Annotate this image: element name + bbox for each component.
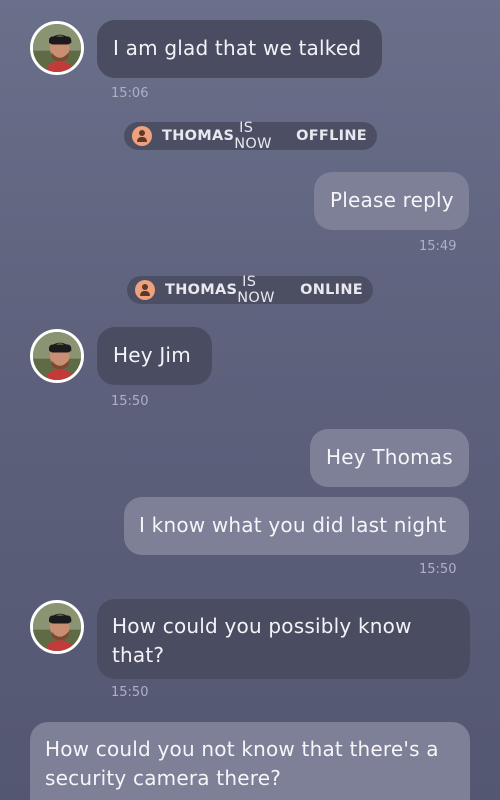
notice-status: ONLINE	[300, 282, 363, 298]
user-icon	[135, 280, 155, 300]
message-timestamp: 15:50	[111, 685, 149, 700]
notice-contact-name: THOMAS	[162, 128, 235, 144]
message-timestamp: 15:49	[419, 239, 457, 254]
message-text: Hey Jim	[113, 343, 191, 367]
message-text: I know what you did last night	[139, 513, 447, 537]
message-timestamp: 15:50	[419, 562, 457, 577]
message-bubble[interactable]: Please reply	[314, 172, 469, 230]
avatar-photo-icon	[33, 24, 81, 72]
user-icon	[132, 126, 152, 146]
message-timestamp: 15:50	[111, 394, 149, 409]
message-bubble[interactable]: How could you possibly know that?	[97, 599, 470, 679]
message-bubble[interactable]: How could you not know that there's a se…	[30, 722, 470, 800]
status-notice: THOMAS IS NOW ONLINE	[127, 274, 373, 306]
avatar-photo-icon	[33, 603, 81, 651]
notice-status: OFFLINE	[296, 128, 367, 144]
avatar[interactable]	[30, 21, 84, 75]
message-bubble[interactable]: I am glad that we talked	[97, 20, 382, 78]
message-text: How could you possibly know that?	[112, 614, 412, 667]
message-text: How could you not know that there's a se…	[45, 737, 439, 790]
avatar-photo-icon	[33, 332, 81, 380]
message-bubble[interactable]: I know what you did last night	[124, 497, 469, 555]
message-bubble[interactable]: Hey Jim	[97, 327, 212, 385]
notice-text: IS NOW	[234, 120, 272, 152]
notice-text: IS NOW	[237, 274, 275, 306]
chat-thread[interactable]: I am glad that we talked 15:06 THOMAS IS…	[0, 0, 500, 800]
message-timestamp: 15:06	[111, 86, 149, 101]
avatar[interactable]	[30, 600, 84, 654]
avatar[interactable]	[30, 329, 84, 383]
message-bubble[interactable]: Hey Thomas	[310, 429, 469, 487]
message-text: I am glad that we talked	[113, 36, 362, 60]
message-text: Hey Thomas	[326, 445, 453, 469]
status-notice: THOMAS IS NOW OFFLINE	[124, 120, 377, 152]
message-text: Please reply	[330, 188, 454, 212]
notice-contact-name: THOMAS	[165, 282, 238, 298]
